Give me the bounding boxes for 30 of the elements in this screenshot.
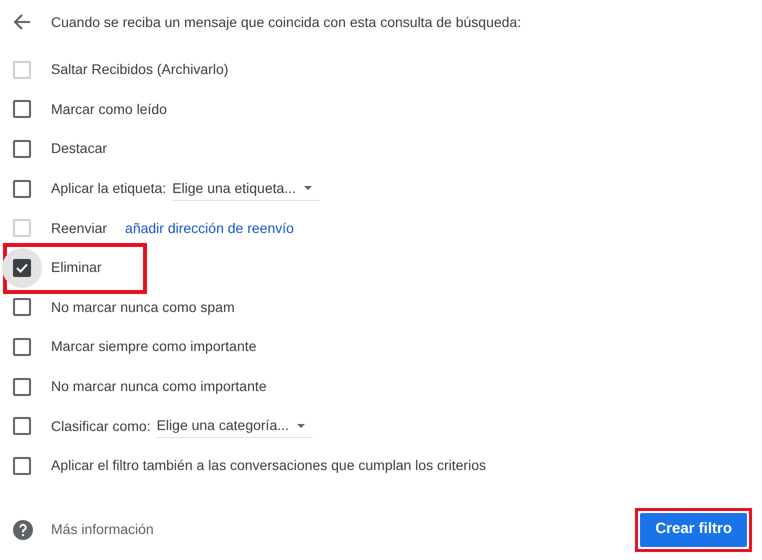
option-label: Clasificar como: [51, 416, 151, 436]
option-label: Aplicar la etiqueta: [51, 179, 166, 198]
help-icon[interactable] [13, 520, 33, 540]
option-label: Aplicar el filtro también a las conversaciones que cumplan los criterios [51, 456, 486, 476]
option-label: Marcar siempre como importante [51, 337, 256, 356]
header-title: Cuando se reciba un mensaje que coincida con esta consulta de búsqueda: [51, 12, 522, 32]
option-label: Reenviar [51, 218, 108, 238]
checkbox[interactable] [13, 140, 31, 158]
option-label: Marcar como leído [51, 100, 167, 119]
back-arrow-icon[interactable] [13, 14, 31, 30]
label-dropdown[interactable]: Elige una etiqueta... [172, 176, 320, 201]
option-label: Saltar Recibidos (Archivarlo) [51, 60, 228, 80]
option-label: No marcar nunca como importante [51, 377, 267, 396]
caret-icon [304, 186, 312, 190]
label-dropdown[interactable]: Elige una categoría... [156, 414, 313, 438]
option-label: Destacar [51, 139, 108, 158]
checkbox[interactable] [13, 456, 31, 475]
checkbox[interactable] [13, 258, 31, 277]
option-label: No marcar nunca como spam [51, 298, 235, 317]
checkbox[interactable] [13, 298, 31, 316]
checkbox[interactable] [13, 338, 31, 356]
create-filter-button[interactable]: Crear filtro [640, 512, 747, 547]
caret-icon [296, 424, 305, 428]
option-label: Eliminar [51, 258, 102, 278]
check-icon [16, 262, 28, 273]
checkbox[interactable] [13, 417, 31, 436]
more-info-link[interactable]: Más información [51, 519, 154, 540]
checkbox[interactable] [13, 100, 31, 118]
checkbox[interactable] [13, 180, 31, 198]
checkbox[interactable] [13, 378, 31, 396]
